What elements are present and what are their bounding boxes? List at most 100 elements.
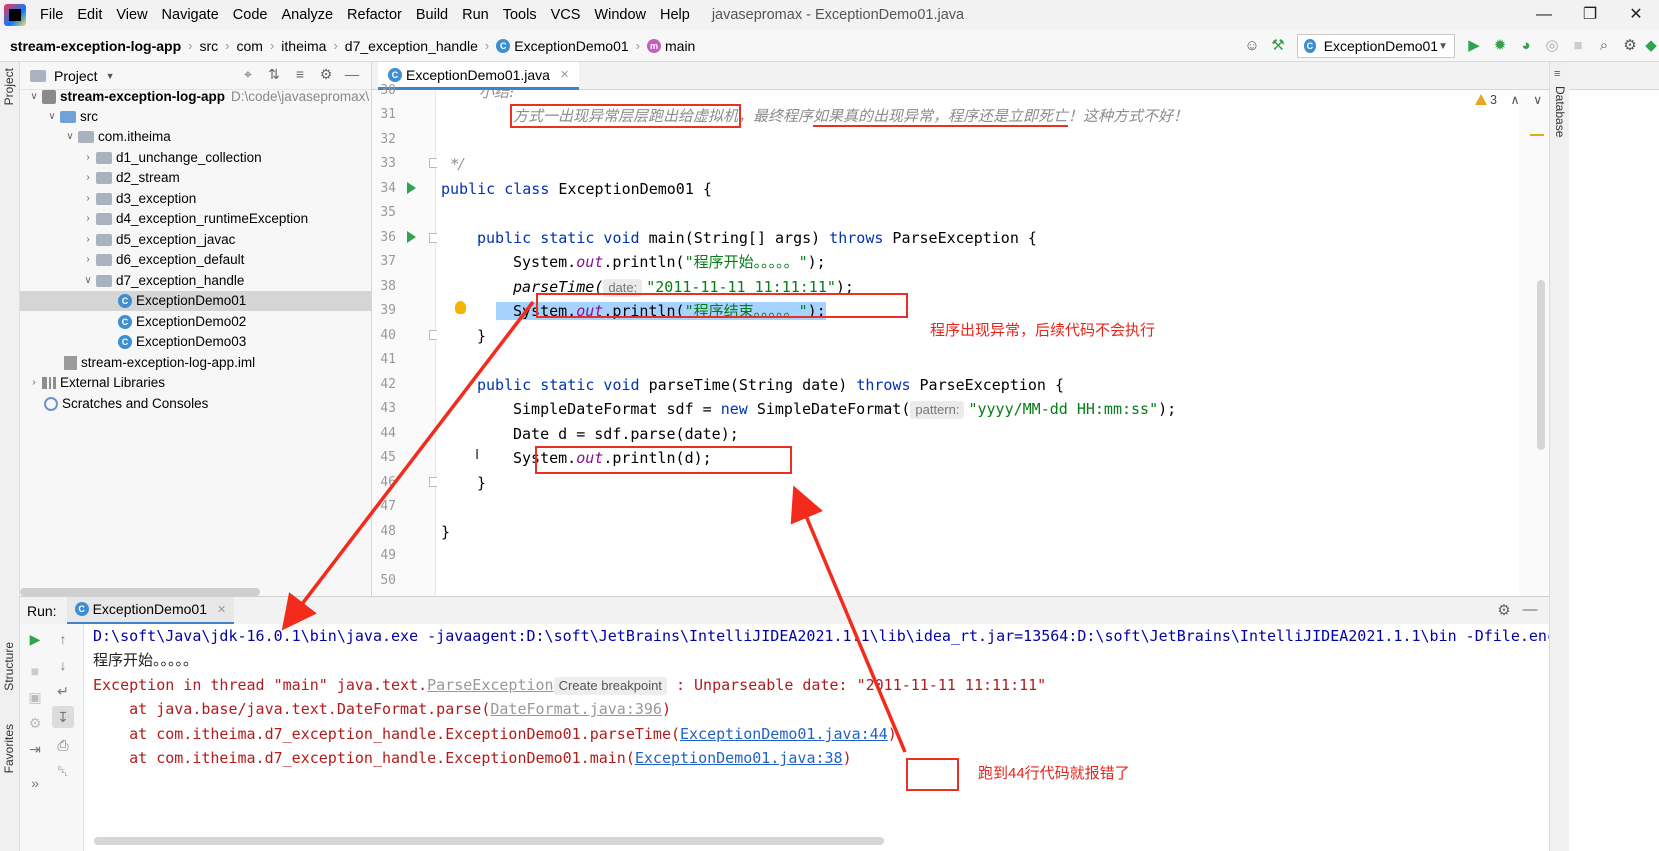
menu-file[interactable]: File (34, 0, 71, 30)
console-link[interactable]: ExceptionDemo01.java:44 (680, 725, 888, 743)
more-icon[interactable]: » (24, 772, 46, 794)
menu-build[interactable]: Build (410, 0, 456, 30)
profile-icon[interactable]: ◎ (1539, 33, 1565, 59)
menu-edit[interactable]: Edit (71, 0, 110, 30)
line-number: 40 (380, 328, 396, 343)
user-icon[interactable]: ☺ (1239, 33, 1265, 59)
tree-item-exceptiondemo01[interactable]: C ExceptionDemo01 (20, 291, 371, 311)
menu-navigate[interactable]: Navigate (156, 0, 227, 30)
create-breakpoint-hint[interactable]: Create breakpoint (553, 677, 667, 695)
tree-item-d1[interactable]: › d1_unchange_collection (20, 148, 371, 168)
close-icon[interactable]: ✕ (1613, 0, 1659, 30)
breadcrumb-method[interactable]: m main (643, 38, 699, 54)
collapse-all-icon[interactable]: ≡ (287, 66, 313, 83)
run-gutter-icon[interactable] (407, 231, 416, 243)
trash-icon[interactable]: ␡ (52, 760, 74, 782)
close-icon[interactable]: ✕ (560, 68, 569, 81)
code-text: } (477, 474, 487, 492)
tab-exceptiondemo01[interactable]: C ExceptionDemo01.java ✕ (378, 62, 580, 90)
breadcrumb-com[interactable]: com (233, 38, 267, 54)
tree-item-exceptiondemo02[interactable]: C ExceptionDemo02 (20, 312, 371, 332)
coverage-icon[interactable]: ◕ (1513, 33, 1539, 59)
soft-wrap-icon[interactable]: ↵ (52, 680, 74, 702)
console-output[interactable]: D:\soft\Java\jdk-16.0.1\bin\java.exe -ja… (84, 624, 1549, 851)
run-tab-exceptiondemo01[interactable]: C ExceptionDemo01 ✕ (66, 596, 235, 625)
vertical-scrollbar[interactable] (1537, 280, 1545, 450)
menu-help[interactable]: Help (654, 0, 698, 30)
scroll-down-icon[interactable]: ↓ (52, 654, 74, 676)
tree-item-d2[interactable]: › d2_stream (20, 168, 371, 188)
menu-code[interactable]: Code (227, 0, 276, 30)
tree-item-iml[interactable]: stream-exception-log-app.iml (20, 353, 371, 373)
code-text: ); (807, 253, 826, 271)
menu-vcs[interactable]: VCS (545, 0, 589, 30)
tree-item-d4[interactable]: › d4_exception_runtimeException (20, 209, 371, 229)
tool-tab-favorites[interactable]: Favorites (2, 724, 16, 773)
chevron-down-icon[interactable]: ▼ (106, 71, 115, 81)
search-icon[interactable]: ⌕ (1591, 33, 1617, 59)
breadcrumb-package[interactable]: d7_exception_handle (341, 38, 482, 54)
console-link[interactable]: DateFormat.java:396 (490, 700, 662, 718)
warning-stripe-mark[interactable] (1530, 134, 1544, 136)
menu-refactor[interactable]: Refactor (341, 0, 410, 30)
settings-icon[interactable]: ⚙ (1617, 33, 1643, 59)
debug-icon[interactable]: ✹ (1487, 33, 1513, 59)
minimize-icon[interactable]: — (1521, 0, 1567, 30)
horizontal-scrollbar[interactable] (20, 588, 260, 596)
menu-window[interactable]: Window (588, 0, 654, 30)
chevron-up-icon[interactable]: ∧ (1510, 93, 1519, 107)
camera-icon[interactable]: ▣ (24, 686, 46, 708)
tree-item-root[interactable]: ∨ stream-exception-log-app D:\code\javas… (20, 87, 371, 107)
tree-item-d3[interactable]: › d3_exception (20, 189, 371, 209)
tree-item-external-libraries[interactable]: › External Libraries (20, 373, 371, 393)
stop-icon[interactable]: ■ (1565, 33, 1591, 59)
menu-tools[interactable]: Tools (497, 0, 545, 30)
settings-icon[interactable]: ⚙ (24, 712, 46, 734)
tree-item-exceptiondemo03[interactable]: C ExceptionDemo03 (20, 332, 371, 352)
hide-icon[interactable]: — (339, 66, 365, 83)
menu-analyze[interactable]: Analyze (275, 0, 341, 30)
menu-run[interactable]: Run (456, 0, 497, 30)
run-configuration-select[interactable]: C ExceptionDemo01 ▼ (1297, 34, 1455, 58)
hide-icon[interactable]: — (1517, 601, 1543, 619)
chevron-down-icon[interactable]: ∨ (1533, 93, 1542, 107)
breadcrumb-itheima[interactable]: itheima (277, 38, 330, 54)
tool-tab-structure[interactable]: Structure (2, 642, 16, 691)
breadcrumb-src[interactable]: src (195, 38, 222, 54)
breadcrumb-method-label: main (665, 37, 696, 54)
maximize-icon[interactable]: ❐ (1567, 0, 1613, 30)
console-link[interactable]: ExceptionDemo01.java:38 (635, 749, 843, 767)
print-icon[interactable]: ⎙ (52, 734, 74, 756)
scroll-up-icon[interactable]: ↑ (52, 628, 74, 650)
close-icon[interactable]: ✕ (217, 603, 226, 616)
tree-item-d5[interactable]: › d5_exception_javac (20, 230, 371, 250)
tool-tab-database[interactable]: Database (1553, 86, 1567, 137)
expand-all-icon[interactable]: ⇅ (261, 66, 287, 83)
tree-item-d6[interactable]: › d6_exception_default (20, 250, 371, 270)
gear-icon[interactable]: ⚙ (313, 66, 339, 83)
build-hammer-icon[interactable]: ⚒ (1265, 33, 1291, 59)
stop-icon[interactable]: ■ (24, 660, 46, 682)
console-link[interactable]: ParseException (427, 676, 553, 694)
breadcrumb-class[interactable]: C ExceptionDemo01 (492, 38, 632, 54)
run-gutter-icon[interactable] (407, 182, 416, 194)
exit-icon[interactable]: ⇥ (24, 738, 46, 760)
jetbrains-account-icon[interactable]: ◆ (1643, 33, 1659, 59)
horizontal-scrollbar[interactable] (94, 837, 884, 845)
gear-icon[interactable]: ⚙ (1491, 601, 1517, 619)
tree-item-d7[interactable]: ∨ d7_exception_handle (20, 271, 371, 291)
scroll-to-end-icon[interactable]: ↧ (52, 706, 74, 728)
tree-item-package[interactable]: ∨ com.itheima (20, 127, 371, 147)
locate-icon[interactable]: ⌖ (235, 66, 261, 83)
tree-item-src[interactable]: ∨ src (20, 107, 371, 127)
tool-tab-project[interactable]: Project (2, 68, 16, 105)
project-panel-title[interactable]: Project (54, 68, 98, 84)
rerun-icon[interactable]: ▶ (24, 628, 46, 650)
run-icon[interactable]: ▶ (1461, 33, 1487, 59)
menu-view[interactable]: View (110, 0, 155, 30)
breadcrumb-project[interactable]: stream-exception-log-app (0, 38, 185, 54)
inspection-widget[interactable]: 3 ∧ ∨ (1475, 92, 1542, 107)
tree-item-scratches[interactable]: Scratches and Consoles (20, 394, 371, 414)
code-editor[interactable]: 小结: 方式一出现异常层层跑出给虚拟机，最终程序如果真的出现异常，程序还是立即死… (437, 90, 1519, 596)
intention-bulb-icon[interactable] (455, 301, 466, 314)
